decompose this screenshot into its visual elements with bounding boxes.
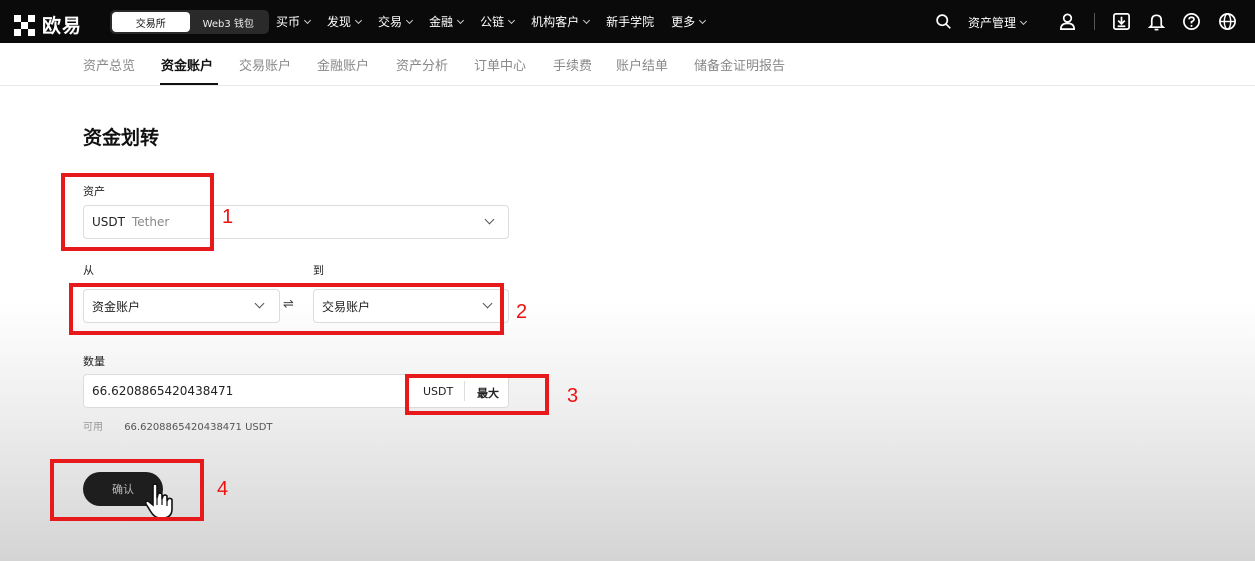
mode-exchange-tab[interactable]: 交易所: [112, 12, 190, 32]
nav-item-label: 交易: [378, 15, 403, 29]
chevron-down-icon: [699, 16, 707, 24]
tab-account-statement[interactable]: 账户结单: [616, 55, 668, 74]
nav-item-3[interactable]: 金融: [429, 13, 465, 30]
asset-management-label: 资产管理: [968, 16, 1017, 30]
tab-proof-of-reserves[interactable]: 储备金证明报告: [694, 55, 785, 74]
from-label: 从: [83, 264, 94, 277]
tab-order-center[interactable]: 订单中心: [474, 55, 526, 74]
chevron-down-icon: [354, 16, 363, 24]
toolbar-divider: [1094, 13, 1095, 30]
asset-management-menu[interactable]: 资产管理: [968, 14, 1028, 31]
nav-item-label: 机构客户: [531, 15, 580, 29]
chevron-down-icon: [508, 16, 516, 24]
chevron-down-icon: [457, 16, 465, 24]
nav-item-4[interactable]: 公链: [480, 13, 516, 30]
nav-item-0[interactable]: 买币: [276, 13, 312, 30]
active-tab-underline: [160, 83, 218, 85]
annotation-number-2: 2: [516, 301, 528, 323]
logo-icon: [14, 14, 36, 36]
annotation-box-1: [61, 173, 214, 251]
chevron-down-icon: [484, 214, 495, 225]
tab-asset-overview[interactable]: 资产总览: [83, 55, 135, 74]
search-icon[interactable]: [935, 13, 952, 30]
nav-item-2[interactable]: 交易: [378, 13, 414, 30]
nav-item-label: 新手学院: [606, 15, 655, 29]
tab-funding-account[interactable]: 资金账户: [161, 55, 213, 74]
nav-item-6[interactable]: 新手学院: [606, 13, 654, 30]
main-nav: 买币 发现 交易 金融 公链 机构客户 新手学院 更多: [276, 0, 722, 43]
top-navbar: 欧易 交易所 Web3 钱包 买币 发现 交易 金融 公链 机构客户 新手学院 更多 资产管理: [0, 0, 1255, 43]
nav-item-label: 更多: [671, 15, 696, 29]
chevron-down-icon: [406, 16, 414, 24]
annotation-box-3: [405, 374, 549, 415]
available-label: 可用: [83, 422, 103, 433]
asset-subnav: 资产总览 资金账户 交易账户 金融账户 资产分析 订单中心 手续费 账户结单 储…: [0, 43, 1255, 86]
chevron-down-icon: [1019, 17, 1028, 25]
logo-text: 欧易: [42, 15, 83, 37]
available-value: 66.6208865420438471 USDT: [124, 422, 273, 433]
tab-asset-analysis[interactable]: 资产分析: [396, 55, 448, 74]
available-balance: 可用 66.6208865420438471 USDT: [83, 418, 273, 433]
tab-finance-account[interactable]: 金融账户: [317, 55, 369, 74]
chevron-down-icon: [303, 16, 312, 24]
to-label: 到: [313, 264, 324, 277]
mode-switch: 交易所 Web3 钱包: [110, 10, 269, 34]
download-icon[interactable]: [1112, 12, 1131, 31]
mode-web3-wallet-tab[interactable]: Web3 钱包: [190, 12, 268, 32]
page-title: 资金划转: [83, 127, 160, 149]
annotation-box-2: [69, 283, 504, 335]
tab-fees[interactable]: 手续费: [553, 55, 592, 74]
chevron-down-icon: [583, 16, 591, 24]
annotation-box-4: [50, 459, 204, 521]
amount-label: 数量: [83, 355, 105, 368]
amount-value: 66.6208865420438471: [92, 384, 234, 398]
nav-item-label: 发现: [327, 15, 352, 29]
annotation-number-4: 4: [217, 478, 229, 500]
user-icon[interactable]: [1058, 12, 1077, 31]
nav-item-7[interactable]: 更多: [671, 13, 707, 30]
nav-item-5[interactable]: 机构客户: [531, 13, 591, 30]
okx-logo[interactable]: 欧易: [14, 11, 82, 38]
annotation-number-1: 1: [222, 206, 234, 228]
nav-item-label: 公链: [480, 15, 505, 29]
globe-icon[interactable]: [1218, 12, 1237, 31]
bell-icon[interactable]: [1147, 12, 1166, 31]
annotation-number-3: 3: [567, 385, 579, 407]
tab-trading-account[interactable]: 交易账户: [239, 55, 291, 74]
nav-item-label: 金融: [429, 15, 454, 29]
nav-item-label: 买币: [276, 15, 301, 29]
nav-item-1[interactable]: 发现: [327, 13, 363, 30]
help-icon[interactable]: [1182, 12, 1201, 31]
